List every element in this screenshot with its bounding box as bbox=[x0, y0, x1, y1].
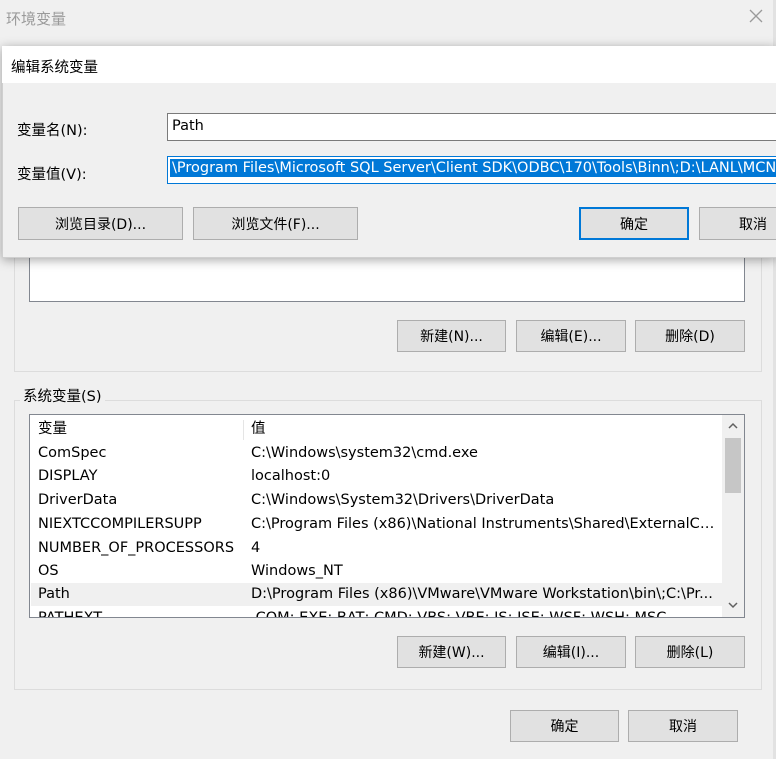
table-row[interactable]: OS Windows_NT bbox=[31, 560, 724, 583]
table-row-selected[interactable]: Path D:\Program Files (x86)\VMware\VMwar… bbox=[31, 583, 724, 606]
row-value: .COM;.EXE;.BAT;.CMD;.VBS;.VBE;.JS;.JSE;.… bbox=[251, 610, 667, 618]
row-value: Windows_NT bbox=[251, 563, 343, 579]
table-row[interactable]: NUMBER_OF_PROCESSORS 4 bbox=[31, 537, 724, 560]
window-title: 环境变量 bbox=[6, 10, 67, 28]
row-name: OS bbox=[38, 563, 59, 579]
column-header-name[interactable]: 变量 bbox=[38, 418, 243, 441]
row-name: Path bbox=[38, 586, 70, 602]
user-edit-button[interactable]: 编辑(E)... bbox=[516, 320, 626, 352]
table-row[interactable]: NIEXTCCOMPILERSUPP C:\Program Files (x86… bbox=[31, 513, 724, 536]
row-value: D:\Program Files (x86)\VMware\VMware Wor… bbox=[251, 586, 713, 602]
variable-name-value: Path bbox=[172, 118, 204, 134]
variable-value-input[interactable]: \Program Files\Microsoft SQL Server\Clie… bbox=[167, 156, 776, 184]
column-divider[interactable] bbox=[243, 420, 244, 440]
row-name: ComSpec bbox=[38, 445, 107, 461]
system-variables-label: 系统变量(S) bbox=[20, 385, 105, 406]
row-name: PATHEXT bbox=[38, 610, 103, 618]
window-cancel-button[interactable]: 取消 bbox=[628, 710, 738, 742]
dialog-titlebar[interactable] bbox=[2, 46, 776, 83]
row-name: NUMBER_OF_PROCESSORS bbox=[38, 540, 235, 556]
row-name: DISPLAY bbox=[38, 468, 98, 484]
variable-value-selection: \Program Files\Microsoft SQL Server\Clie… bbox=[170, 159, 776, 177]
table-row[interactable]: ComSpec C:\Windows\system32\cmd.exe bbox=[31, 442, 724, 465]
row-value: C:\Windows\System32\Drivers\DriverData bbox=[251, 492, 555, 508]
window-ok-button[interactable]: 确定 bbox=[510, 710, 619, 742]
list-header: 变量 值 bbox=[31, 418, 724, 441]
table-row[interactable]: DISPLAY localhost:0 bbox=[31, 465, 724, 488]
system-variables-list[interactable]: 变量 值 ComSpec C:\Windows\system32\cmd.exe… bbox=[29, 414, 745, 618]
user-new-button[interactable]: 新建(N)... bbox=[397, 320, 506, 352]
dialog-ok-button[interactable]: 确定 bbox=[579, 207, 689, 240]
scroll-down-icon[interactable] bbox=[726, 598, 740, 612]
table-row[interactable]: PATHEXT .COM;.EXE;.BAT;.CMD;.VBS;.VBE;.J… bbox=[31, 607, 724, 618]
dialog-cancel-button[interactable]: 取消 bbox=[699, 207, 776, 240]
row-name: DriverData bbox=[38, 492, 118, 508]
row-value: localhost:0 bbox=[251, 468, 331, 484]
variable-name-input[interactable]: Path bbox=[167, 113, 776, 141]
row-name: NIEXTCCOMPILERSUPP bbox=[38, 516, 202, 532]
row-value: C:\Program Files (x86)\National Instrume… bbox=[251, 516, 716, 532]
scrollbar-thumb[interactable] bbox=[725, 438, 741, 493]
close-icon[interactable] bbox=[746, 6, 766, 26]
dialog-title: 编辑系统变量 bbox=[11, 60, 98, 76]
system-edit-button[interactable]: 编辑(I)... bbox=[516, 636, 626, 668]
browse-file-button[interactable]: 浏览文件(F)... bbox=[193, 207, 358, 240]
browse-directory-button[interactable]: 浏览目录(D)... bbox=[18, 207, 183, 240]
row-value: 4 bbox=[251, 540, 261, 556]
row-value: C:\Windows\system32\cmd.exe bbox=[251, 445, 478, 461]
table-row[interactable]: DriverData C:\Windows\System32\Drivers\D… bbox=[31, 489, 724, 512]
system-delete-button[interactable]: 删除(L) bbox=[635, 636, 745, 668]
scroll-up-icon[interactable] bbox=[726, 419, 740, 433]
user-delete-button[interactable]: 删除(D) bbox=[635, 320, 745, 352]
system-new-button[interactable]: 新建(W)... bbox=[397, 636, 506, 668]
variable-value-label: 变量值(V): bbox=[17, 167, 87, 183]
column-header-value[interactable]: 值 bbox=[251, 418, 716, 441]
variable-name-label: 变量名(N): bbox=[17, 123, 88, 139]
